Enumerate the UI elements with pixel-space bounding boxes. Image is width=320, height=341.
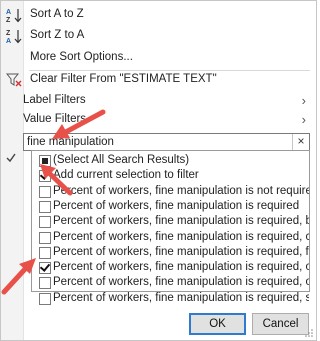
list-item[interactable]: Percent of workers, fine manipulation is… bbox=[32, 199, 309, 214]
checkbox[interactable] bbox=[39, 216, 51, 229]
svg-text:Z: Z bbox=[6, 17, 11, 23]
list-item-label: Percent of workers, fine manipulation is… bbox=[53, 184, 309, 197]
list-item[interactable]: Percent of workers, fine manipulation is… bbox=[32, 291, 309, 306]
list-item-label: Percent of workers, fine manipulation is… bbox=[53, 291, 309, 304]
checkbox[interactable] bbox=[39, 231, 51, 244]
list-item[interactable]: Percent of workers, fine manipulation is… bbox=[32, 260, 309, 275]
list-item-label: Add current selection to filter bbox=[53, 169, 199, 182]
clear-search-icon[interactable]: × bbox=[292, 134, 309, 150]
more-sort-options-item[interactable]: More Sort Options... bbox=[1, 47, 316, 68]
list-item-label: Percent of workers, fine manipulation is… bbox=[53, 230, 309, 243]
more-sort-options-label: More Sort Options... bbox=[30, 51, 133, 63]
checkbox[interactable] bbox=[39, 200, 51, 213]
svg-text:A: A bbox=[6, 38, 11, 44]
annotation-arrow-search bbox=[52, 109, 106, 139]
list-item-label: Percent of workers, fine manipulation is… bbox=[53, 261, 309, 274]
sort-z-to-a-item[interactable]: Z A Sort Z to A bbox=[1, 25, 316, 46]
resize-grip-icon[interactable] bbox=[305, 329, 313, 337]
cancel-button[interactable]: Cancel bbox=[252, 313, 309, 335]
ok-button[interactable]: OK bbox=[189, 313, 246, 335]
svg-text:Z: Z bbox=[6, 30, 11, 37]
list-item[interactable]: Percent of workers, fine manipulation is… bbox=[32, 214, 309, 229]
chevron-right-icon: › bbox=[301, 112, 306, 127]
sort-descending-icon: Z A bbox=[6, 30, 22, 44]
sort-a-to-z-item[interactable]: A Z Sort A to Z bbox=[1, 4, 316, 25]
chevron-right-icon: › bbox=[301, 93, 306, 108]
clear-filter-icon bbox=[6, 73, 22, 87]
list-item[interactable]: Percent of workers, fine manipulation is… bbox=[32, 245, 309, 260]
checkmark-icon bbox=[6, 153, 16, 163]
list-item-label: Percent of workers, fine manipulation is… bbox=[53, 199, 300, 212]
annotation-arrow-occasionally bbox=[1, 258, 36, 295]
clear-filter-label: Clear Filter From "ESTIMATE TEXT" bbox=[30, 73, 217, 85]
sort-ascending-icon: A Z bbox=[6, 9, 22, 23]
list-item[interactable]: Percent of workers, fine manipulation is… bbox=[32, 230, 309, 245]
list-item[interactable]: Percent of workers, fine manipulation is… bbox=[32, 275, 309, 290]
list-item-label: Percent of workers, fine manipulation is… bbox=[53, 215, 309, 228]
sort-a-to-z-label: Sort A to Z bbox=[30, 8, 84, 20]
list-item-label: Percent of workers, fine manipulation is… bbox=[53, 245, 309, 258]
annotation-arrow-add-selection bbox=[40, 164, 73, 196]
list-item-label: Percent of workers, fine manipulation is… bbox=[53, 276, 309, 289]
svg-text:A: A bbox=[6, 9, 11, 16]
clear-filter-item[interactable]: Clear Filter From "ESTIMATE TEXT" bbox=[1, 69, 316, 90]
sort-z-to-a-label: Sort Z to A bbox=[30, 29, 85, 41]
